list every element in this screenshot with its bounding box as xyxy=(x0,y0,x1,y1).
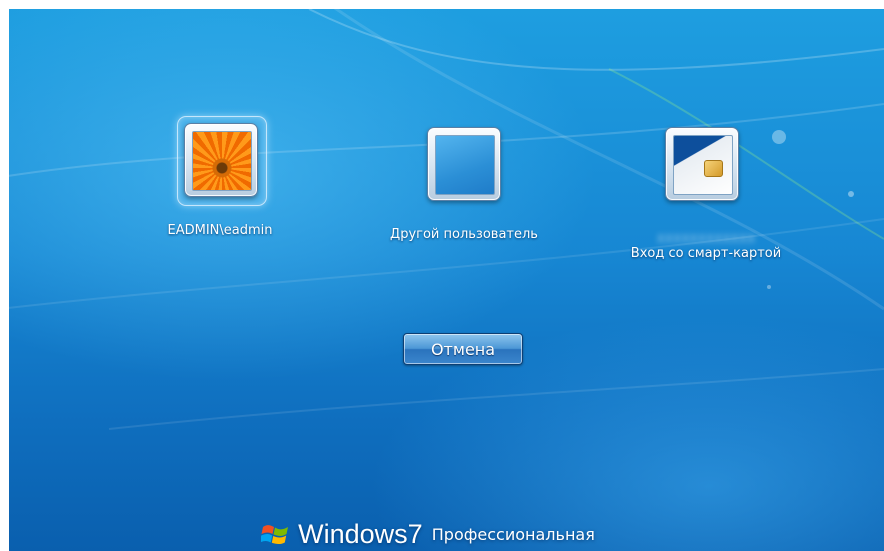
smart-card-label[interactable]: Вход со смарт-картой xyxy=(631,246,781,261)
other-user-label[interactable]: Другой пользователь xyxy=(390,227,538,242)
windows-edition: Профессиональная xyxy=(431,525,595,544)
blank-picture-icon xyxy=(435,135,495,195)
user-picture-frame[interactable] xyxy=(184,123,258,197)
background-light-streaks xyxy=(9,9,884,430)
smart-card-picture-frame[interactable] xyxy=(665,127,739,201)
smart-card-icon xyxy=(673,135,733,195)
smart-card-reader-name: XXXXXXXXXXXX xyxy=(656,232,756,246)
logon-screen: EADMIN\eadmin Другой пользователь XXXXXX… xyxy=(9,9,884,551)
flower-picture-icon xyxy=(192,131,252,191)
windows-branding: Windows7 Профессиональная xyxy=(261,519,595,551)
windows-flag-icon xyxy=(261,524,288,544)
windows-wordmark: Windows xyxy=(298,519,408,549)
other-user-picture-frame[interactable] xyxy=(427,127,501,201)
user-tile-label[interactable]: EADMIN\eadmin xyxy=(167,223,272,238)
windows-version: 7 xyxy=(407,519,423,549)
cancel-button[interactable]: Отмена xyxy=(403,333,523,365)
